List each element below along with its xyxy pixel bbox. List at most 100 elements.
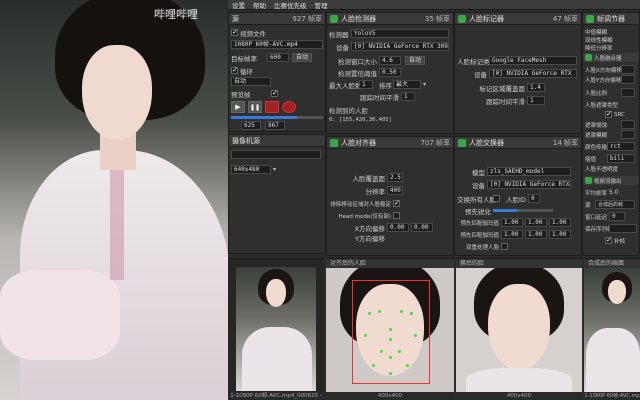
head-mode-checkbox[interactable] — [393, 212, 400, 219]
src-checkbox[interactable] — [605, 110, 612, 118]
swapper-panel-title: 人脸交换器 — [469, 138, 504, 147]
preview-checkbox[interactable] — [271, 89, 278, 97]
detector-device-select[interactable]: [0] NVIDIA GeForce RTX 309€ — [351, 42, 449, 51]
detector-fps: 35 帧率 — [424, 14, 450, 23]
marker-temporal-field[interactable]: 1 — [527, 96, 545, 105]
playback-controls: ▶ ❚❚ — [231, 101, 296, 113]
blur-field[interactable] — [621, 130, 635, 139]
face-merger-toggle[interactable] — [585, 54, 592, 61]
merger-toggle[interactable] — [586, 14, 594, 23]
aligner-toggle[interactable] — [330, 138, 338, 147]
stop-button[interactable] — [265, 101, 279, 113]
face-scale-field[interactable] — [621, 88, 635, 97]
pre-gamma-g[interactable]: 1.00 — [525, 218, 547, 227]
threshold-label: 检测置信阈值 — [338, 69, 377, 78]
morph-slider[interactable] — [493, 209, 553, 212]
menu-restart[interactable]: 比赛优先级 — [274, 0, 307, 10]
swapper-device-select[interactable]: [0] NVIDIA GeForce RTX — [487, 180, 571, 189]
frame-current-field[interactable]: 625 — [241, 121, 261, 130]
fps-value-field[interactable]: 600 — [267, 53, 289, 62]
swapper-toggle[interactable] — [458, 138, 466, 147]
marker-type-label: 人脸标记类型 — [457, 57, 496, 66]
face-id-label: 人脸ID — [506, 195, 526, 204]
swapper-model-label: 模型 — [472, 168, 485, 177]
detector-select[interactable]: YoloV5 — [351, 29, 449, 38]
detector-toggle[interactable] — [330, 14, 338, 23]
fill-checkbox[interactable] — [605, 236, 612, 244]
erode-field[interactable] — [621, 120, 635, 129]
erode-label: 遮罩侵蚀 — [585, 122, 608, 129]
source-panel-header: 源 927 帧率 — [229, 13, 325, 25]
loop-checkbox[interactable] — [231, 66, 238, 74]
post-gamma-g[interactable]: 1.00 — [525, 230, 547, 239]
face-y-field[interactable] — [621, 75, 635, 84]
menu-advanced[interactable]: 管理 — [315, 0, 328, 10]
aligner-resolution-field[interactable]: 400 — [387, 186, 403, 195]
stream-source-label: 源 — [585, 202, 591, 209]
swapper-device-label: 设备 — [472, 181, 485, 190]
two-pass-checkbox[interactable] — [501, 243, 508, 250]
aligned-face-size: 400x400 — [326, 392, 454, 400]
swapper-model-select[interactable]: zls_SAEHD_model — [487, 167, 571, 176]
aligner-exclude-label: 排除移动区域对人脸稳定 — [330, 201, 391, 208]
face-id-field[interactable]: 0 — [527, 194, 540, 203]
record-button[interactable] — [282, 101, 296, 113]
interp-select[interactable]: bili — [607, 154, 635, 163]
aligner-coverage-field[interactable]: 2.5 — [387, 173, 403, 182]
pre-gamma-b[interactable]: 1.00 — [549, 218, 571, 227]
swapped-face-title: 换后的脸 — [456, 259, 582, 268]
swap-all-checkbox[interactable] — [493, 195, 500, 202]
device-label: 设备 — [336, 43, 349, 52]
menu-settings[interactable]: 设置 — [232, 0, 245, 10]
video-file-checkbox[interactable] — [231, 28, 238, 36]
marker-panel-title: 人脸标记器 — [469, 14, 504, 23]
marker-toggle[interactable] — [458, 14, 466, 23]
fps-auto-button[interactable]: 自动 — [292, 53, 313, 62]
color-select[interactable]: rct — [607, 142, 635, 151]
fill-label: 补帧 — [614, 238, 626, 245]
merged-footer: 1-1080P 60帧-AVC.mp — [584, 392, 640, 400]
x-offset-field[interactable]: 0.00 — [387, 223, 409, 232]
stream-toggle[interactable] — [585, 177, 592, 184]
camera-device-select[interactable] — [231, 150, 321, 159]
max-faces-field[interactable]: 1 — [359, 80, 373, 89]
timeline-slider[interactable] — [231, 116, 323, 119]
file-name-field[interactable]: 1080P 60帧-AVC.mp4 — [231, 40, 323, 49]
video-file-label: 视频文件 — [240, 29, 266, 38]
save-seq-field[interactable] — [609, 224, 637, 233]
temporal-field[interactable]: 1 — [401, 92, 415, 101]
marker-device-label: 设备 — [474, 70, 487, 79]
post-gamma-b[interactable]: 1.00 — [549, 230, 571, 239]
face-merger-title: 人脸融合器 — [594, 55, 622, 62]
marker-temporal-label: 跟踪时间平滑 — [486, 97, 525, 106]
y-offset-field[interactable]: 0.00 — [411, 223, 433, 232]
threshold-field[interactable]: 0.50 — [379, 68, 401, 77]
window-auto-button[interactable]: 自动 — [405, 56, 426, 65]
marker-type-select[interactable]: Google FaceMesh — [489, 56, 577, 65]
face-bbox — [352, 280, 430, 384]
window-size-field[interactable]: 4.6 — [379, 56, 401, 65]
avg-fps-label: 平均帧率 — [585, 190, 608, 197]
play-button[interactable]: ▶ — [231, 101, 245, 113]
save-seq-label: 保存序列帧 — [585, 226, 613, 233]
face-mask-label: 人脸遮罩类型 — [585, 102, 619, 109]
stream-source-select[interactable]: 合成后的帧 — [595, 200, 635, 209]
face-x-field[interactable] — [621, 65, 635, 74]
pause-button[interactable]: ❚❚ — [248, 101, 262, 113]
marker-coverage-field[interactable]: 1.4 — [527, 83, 545, 92]
sort-select[interactable]: 最大 — [393, 80, 421, 89]
face-x-label: 人脸X方向偏移 — [585, 67, 622, 74]
post-gamma-r[interactable]: 1.00 — [501, 230, 523, 239]
blur-label: 遮罩模糊 — [585, 132, 608, 139]
aligner-exclude-checkbox[interactable] — [393, 199, 400, 207]
watermark-text: 哔哩哔哩 — [154, 8, 198, 21]
merged-preview: 合成后的画面 1-1080P 60帧-AVC.mp — [584, 258, 640, 400]
pre-gamma-r[interactable]: 1.00 — [501, 218, 523, 227]
timeline-fill — [231, 116, 298, 119]
delay-field[interactable]: 0 — [609, 212, 625, 221]
camera-resolution-select[interactable]: 640x480 — [231, 165, 271, 174]
marker-device-select[interactable]: [0] NVIDIA GeForce RTX — [489, 69, 577, 78]
aligned-face-thumb — [326, 268, 454, 392]
menu-help[interactable]: 帮助 — [253, 0, 266, 10]
auto-field[interactable]: 自动 — [231, 77, 271, 86]
